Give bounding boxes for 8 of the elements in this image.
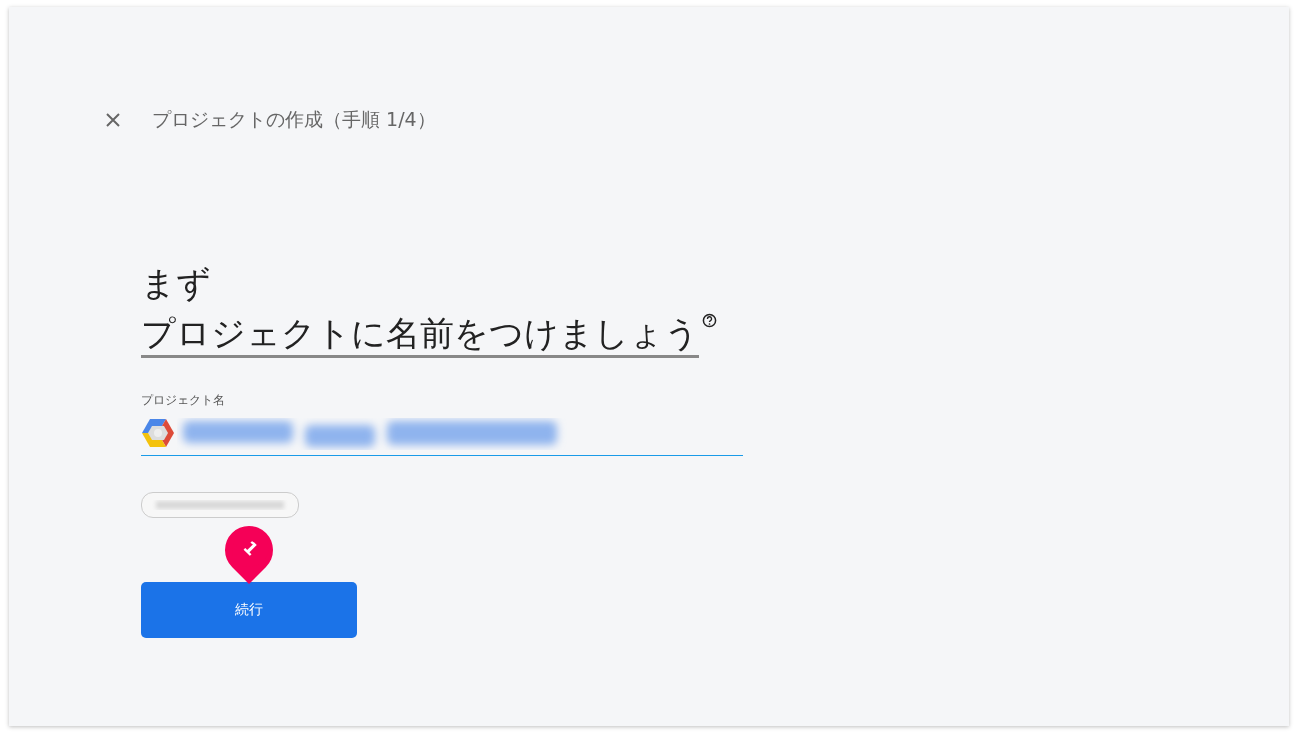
- heading-link[interactable]: プロジェクトに名前をつけましょう: [141, 311, 699, 358]
- heading-text: まず: [141, 262, 212, 305]
- dialog-title: プロジェクトの作成（手順 1/4）: [152, 107, 436, 132]
- hexagon-logo-icon: [141, 418, 175, 448]
- field-label: プロジェクト名: [141, 392, 226, 409]
- help-icon[interactable]: [702, 313, 717, 328]
- close-icon[interactable]: [106, 113, 120, 127]
- continue-button[interactable]: 続行: [141, 582, 357, 638]
